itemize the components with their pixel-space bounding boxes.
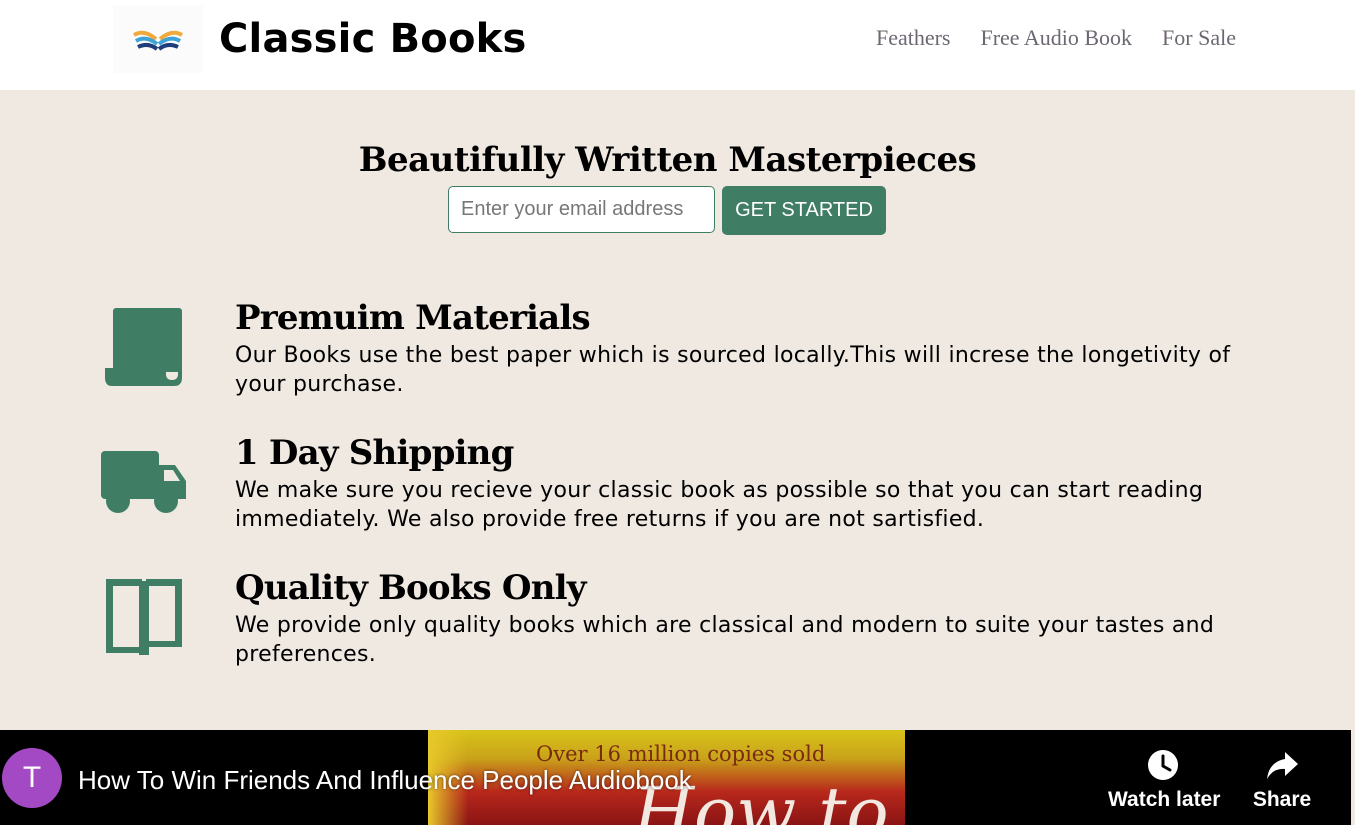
video-title[interactable]: How To Win Friends And Influence People … (78, 765, 692, 796)
feature-title: Quality Books Only (235, 568, 587, 608)
scroll-icon (105, 308, 182, 386)
clock-icon (1148, 750, 1178, 780)
logo[interactable] (113, 5, 203, 73)
share-button[interactable]: Share (1249, 748, 1315, 812)
share-arrow-icon (1267, 752, 1298, 779)
feature-text: Our Books use the best paper which is so… (235, 343, 1231, 397)
get-started-button[interactable]: GET STARTED (722, 186, 886, 235)
book-logo-icon (132, 30, 184, 51)
main-nav: Feathers Free Audio Book For Sale (876, 25, 1236, 51)
open-book-icon (106, 579, 182, 655)
watch-later-button[interactable]: Watch later (1108, 748, 1221, 812)
nav-link-free-audio-book[interactable]: Free Audio Book (980, 25, 1132, 51)
nav-link-for-sale[interactable]: For Sale (1162, 25, 1236, 51)
video-embed[interactable]: Over 16 million copies sold How to T How… (0, 730, 1351, 825)
thumbnail-top-text: Over 16 million copies sold (536, 742, 826, 766)
signup-form: GET STARTED (448, 186, 886, 235)
site-header: Classic Books Feathers Free Audio Book F… (0, 0, 1355, 90)
brand-name[interactable]: Classic Books (219, 16, 526, 62)
feature-title: 1 Day Shipping (235, 433, 514, 473)
share-label: Share (1252, 788, 1312, 811)
watch-later-label: Watch later (1108, 788, 1221, 811)
feature-text: We provide only quality books which are … (235, 613, 1215, 667)
hero-title: Beautifully Written Masterpieces (358, 140, 977, 180)
truck-icon (101, 451, 186, 513)
channel-avatar[interactable]: T (2, 748, 62, 808)
feature-text: We make sure you recieve your classic bo… (235, 478, 1204, 532)
nav-link-feathers[interactable]: Feathers (876, 25, 951, 51)
email-input[interactable] (448, 186, 715, 233)
feature-title: Premuim Materials (235, 298, 591, 338)
